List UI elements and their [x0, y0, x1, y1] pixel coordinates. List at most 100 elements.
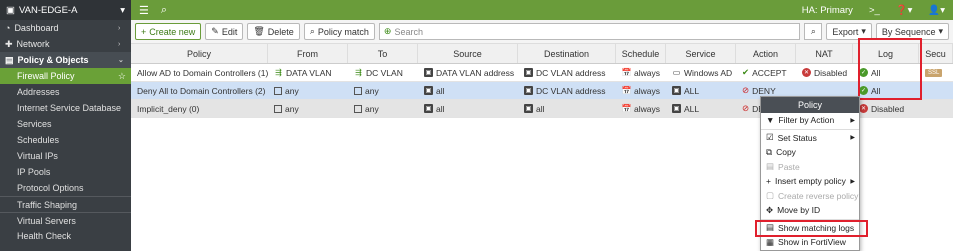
menu-icon[interactable]: ☰: [139, 4, 149, 17]
top-bar: ☰ ⌕ HA: Primary >_ ❓▾ 👤▾: [131, 0, 953, 20]
sidebar-item-ip-pools[interactable]: IP Pools: [0, 164, 131, 180]
table-header: Policy From To Source Destination Schedu…: [131, 44, 953, 64]
sidebar-item-virtual-servers[interactable]: Virtual Servers: [0, 212, 131, 228]
from-value: any: [285, 85, 299, 96]
menu-divider: [761, 128, 859, 130]
any-icon: [274, 104, 282, 113]
cli-console-icon[interactable]: >_: [869, 5, 880, 16]
sidebar-item-network[interactable]: ✚ Network ›: [0, 36, 131, 52]
sidebar-item-traffic-shaping[interactable]: Traffic Shaping: [0, 196, 131, 212]
source-value: all: [436, 85, 445, 96]
sidebar-item-label: Dashboard: [14, 23, 59, 33]
add-filter-icon[interactable]: ⊕: [384, 26, 392, 37]
chevron-right-icon: ▶: [850, 117, 855, 124]
deny-icon: ⊘: [742, 103, 750, 113]
sidebar-item-health-check[interactable]: Health Check: [0, 228, 131, 244]
menu-item-copy[interactable]: ⧉ Copy: [761, 145, 859, 160]
delete-button[interactable]: 🗑 Delete: [247, 23, 300, 40]
help-icon[interactable]: ❓▾: [896, 5, 913, 16]
copy-icon: ⧉: [766, 146, 773, 157]
sidebar-item-internet-service-database[interactable]: Internet Service Database: [0, 100, 131, 116]
move-icon: ✥: [766, 204, 774, 215]
column-header-from[interactable]: From: [268, 44, 348, 63]
search-icon[interactable]: ⌕: [161, 4, 167, 17]
sidebar-item-label: Schedules: [17, 135, 60, 145]
check-icon: ✔: [742, 67, 750, 77]
fortiview-icon: ▦: [766, 236, 775, 247]
sidebar-item-label: Traffic Shaping: [17, 199, 78, 210]
edit-button[interactable]: ✎ Edit: [205, 23, 244, 40]
schedule-value: always: [634, 85, 660, 96]
x-circle-icon: ✕: [802, 68, 811, 77]
dashboard-icon: ◔: [5, 23, 11, 33]
address-icon: ▣: [424, 68, 433, 77]
menu-item-move-by-id[interactable]: ✥ Move by ID: [761, 203, 859, 218]
service-value: Windows AD: [684, 67, 733, 78]
sidebar-item-label: Firewall Policy: [17, 71, 75, 81]
sidebar-item-schedules[interactable]: Schedules: [0, 132, 131, 148]
sidebar-item-label: Services: [17, 119, 52, 129]
column-header-action[interactable]: Action: [736, 44, 796, 63]
network-icon: ✚: [5, 38, 13, 49]
create-new-button[interactable]: + Create new: [135, 23, 202, 40]
sidebar-item-protocol-options[interactable]: Protocol Options: [0, 180, 131, 196]
source-value: all: [436, 103, 445, 114]
column-header-destination[interactable]: Destination: [518, 44, 616, 63]
menu-item-label: Set Status: [777, 132, 817, 143]
menu-item-filter-by-action[interactable]: ▼ Filter by Action ▶: [761, 113, 859, 128]
policy-match-button[interactable]: ⌕ Policy match: [303, 23, 375, 40]
filter-icon: ▼: [766, 115, 775, 126]
sidebar-item-addresses[interactable]: Addresses: [0, 84, 131, 100]
search-input[interactable]: ⊕ Search: [378, 23, 801, 40]
column-header-schedule[interactable]: Schedule: [616, 44, 666, 63]
sidebar-item-dashboard[interactable]: ◔ Dashboard ›: [0, 20, 131, 36]
chevron-right-icon: ›: [118, 40, 121, 48]
sidebar-item-label: Policy & Objects: [17, 55, 89, 65]
column-header-policy[interactable]: Policy: [131, 44, 268, 63]
column-header-nat[interactable]: NAT: [796, 44, 853, 63]
sidebar-item-label: Protocol Options: [17, 183, 84, 193]
column-header-to[interactable]: To: [348, 44, 418, 63]
destination-value: DC VLAN address: [536, 85, 606, 96]
reverse-icon: ▢: [766, 190, 775, 201]
service-icon: ▭: [672, 67, 681, 77]
service-value: ALL: [684, 85, 700, 96]
chevron-down-icon: ▾: [861, 26, 866, 36]
status-icon: ☑: [766, 132, 774, 143]
log-column-highlight: [858, 38, 922, 100]
menu-item-paste[interactable]: ▤ Paste: [761, 160, 859, 175]
chevron-down-icon: ▾: [938, 26, 943, 36]
admin-user-icon[interactable]: 👤▾: [928, 5, 945, 16]
action-value: DENY: [752, 85, 776, 96]
sidebar-item-virtual-ips[interactable]: Virtual IPs: [0, 148, 131, 164]
ha-status[interactable]: HA: Primary: [802, 5, 853, 16]
ssl-badge: SSL: [925, 68, 943, 77]
policy-name: Deny All to Domain Controllers (2): [137, 85, 266, 96]
menu-item-set-status[interactable]: ☑ Set Status ▶: [761, 131, 859, 146]
sort-label: By Sequence: [881, 26, 936, 37]
star-icon[interactable]: ☆: [118, 71, 126, 82]
x-circle-icon: ✕: [859, 104, 868, 113]
table-row[interactable]: Allow AD to Domain Controllers (1) ⇶ DATA…: [131, 64, 953, 82]
column-header-service[interactable]: Service: [666, 44, 736, 63]
menu-item-label: Move by ID: [777, 205, 821, 216]
trash-icon: 🗑: [253, 26, 265, 36]
menu-item-create-reverse-policy[interactable]: ▢ Create reverse policy: [761, 189, 859, 204]
device-icon: ▣: [6, 4, 15, 16]
policy-icon: ▤: [5, 54, 14, 65]
interface-icon: ⇶: [355, 67, 362, 77]
sidebar-item-firewall-policy[interactable]: Firewall Policy ☆: [0, 68, 131, 84]
search-button[interactable]: ⌕: [804, 23, 823, 40]
menu-item-show-in-fortiview[interactable]: ▦ Show in FortiView: [761, 235, 859, 250]
menu-item-label: Paste: [778, 161, 800, 172]
column-header-source[interactable]: Source: [418, 44, 518, 63]
plus-icon: +: [766, 176, 771, 187]
column-header-security[interactable]: Secu: [919, 44, 953, 63]
policy-name: Allow AD to Domain Controllers (1): [137, 67, 268, 78]
menu-item-insert-empty-policy[interactable]: + Insert empty policy ▶: [761, 174, 859, 189]
sidebar-item-services[interactable]: Services: [0, 116, 131, 132]
sidebar-item-policy-objects[interactable]: ▤ Policy & Objects ⌄: [0, 52, 131, 68]
create-new-label: Create new: [149, 26, 196, 37]
to-value: any: [365, 103, 379, 114]
device-selector[interactable]: ▣ VAN-EDGE-A ▾: [0, 0, 131, 20]
